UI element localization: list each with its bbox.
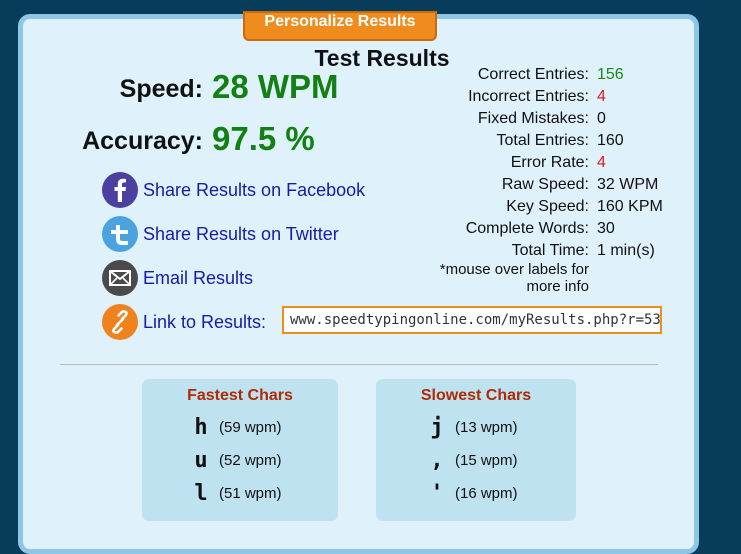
email-results-link[interactable]: Email Results	[102, 260, 253, 296]
results-link-input[interactable]: www.speedtypingonline.com/myResults.php?…	[282, 306, 662, 334]
stat-value: 4	[597, 88, 606, 105]
stat-label[interactable]: Complete Words:	[400, 220, 589, 238]
stat-value: 32 WPM	[597, 176, 659, 193]
char-row: u (52 wpm)	[189, 448, 282, 473]
char-glyph: u	[194, 448, 208, 473]
char-glyph: l	[194, 481, 208, 506]
char-wpm: (16 wpm)	[455, 485, 518, 502]
char-row: , (15 wpm)	[425, 448, 518, 473]
stat-value: 156	[597, 66, 624, 83]
stat-label[interactable]: Correct Entries:	[400, 66, 589, 84]
stat-label[interactable]: Total Entries:	[400, 132, 589, 150]
link-results-row: Link to Results:	[102, 304, 266, 340]
slowest-chars-title: Slowest Chars	[420, 387, 532, 404]
share-facebook-label[interactable]: Share Results on Facebook	[143, 180, 365, 201]
stat-row: Complete Words: 30	[400, 218, 720, 240]
char-wpm: (13 wpm)	[455, 419, 518, 436]
stats-list: Correct Entries: 156 Incorrect Entries: 4 …	[400, 64, 720, 262]
stat-value: 1 min(s)	[597, 242, 655, 259]
twitter-icon	[102, 216, 138, 252]
char-glyph: j	[430, 415, 444, 440]
results-panel: Personalize Results Test Results Speed: …	[18, 11, 699, 554]
divider	[60, 364, 658, 365]
stat-row: Total Time: 1 min(s)	[400, 240, 720, 262]
stat-label[interactable]: Incorrect Entries:	[400, 88, 589, 106]
link-icon	[102, 304, 138, 340]
char-glyph: ,	[430, 448, 444, 473]
mouseover-note: *mouse over labels for more info	[400, 261, 589, 295]
stat-value: 0	[597, 110, 606, 127]
share-facebook-link[interactable]: Share Results on Facebook	[102, 172, 365, 208]
fastest-chars-panel: Fastest Chars h (59 wpm) u (52 wpm) l (5…	[142, 379, 338, 521]
share-twitter-link[interactable]: Share Results on Twitter	[102, 216, 339, 252]
stat-value: 30	[597, 220, 615, 237]
stat-value: 4	[597, 154, 606, 171]
stat-row: Key Speed: 160 KPM	[400, 196, 720, 218]
stat-row: Raw Speed: 32 WPM	[400, 174, 720, 196]
stat-label[interactable]: Raw Speed:	[400, 176, 589, 194]
stat-row: Total Entries: 160	[400, 130, 720, 152]
speed-value: 28 WPM	[212, 68, 339, 105]
char-wpm: (59 wpm)	[219, 419, 282, 436]
email-icon	[102, 260, 138, 296]
char-wpm: (51 wpm)	[219, 485, 282, 502]
char-row: ' (16 wpm)	[425, 481, 518, 506]
note-line: *mouse over labels for	[439, 261, 589, 278]
char-row: l (51 wpm)	[189, 481, 282, 506]
stat-label[interactable]: Fixed Mistakes:	[400, 110, 589, 128]
stat-label[interactable]: Key Speed:	[400, 198, 589, 216]
stat-label[interactable]: Error Rate:	[400, 154, 589, 172]
char-wpm: (15 wpm)	[455, 452, 518, 469]
accuracy-label[interactable]: Accuracy:	[3, 127, 203, 156]
stat-row: Incorrect Entries: 4	[400, 86, 720, 108]
speed-label[interactable]: Speed:	[3, 75, 203, 104]
email-results-label[interactable]: Email Results	[143, 268, 253, 289]
stat-row: Fixed Mistakes: 0	[400, 108, 720, 130]
stat-value: 160 KPM	[597, 198, 663, 215]
link-results-label: Link to Results:	[143, 311, 267, 332]
stat-value: 160	[597, 132, 624, 149]
char-row: h (59 wpm)	[189, 415, 282, 440]
char-row: j (13 wpm)	[425, 415, 518, 440]
stat-label[interactable]: Total Time:	[400, 242, 589, 260]
stat-row: Correct Entries: 156	[400, 64, 720, 86]
stat-row: Error Rate: 4	[400, 152, 720, 174]
slowest-chars-panel: Slowest Chars j (13 wpm) , (15 wpm) ' (1…	[376, 379, 576, 521]
fastest-chars-title: Fastest Chars	[187, 387, 293, 404]
share-twitter-label[interactable]: Share Results on Twitter	[143, 224, 339, 245]
char-glyph: '	[430, 481, 444, 506]
char-glyph: h	[194, 415, 208, 440]
char-wpm: (52 wpm)	[219, 452, 282, 469]
note-line: more info	[526, 278, 589, 295]
accuracy-value: 97.5 %	[212, 120, 315, 157]
facebook-icon	[102, 172, 138, 208]
personalize-results-button[interactable]: Personalize Results	[243, 11, 437, 41]
